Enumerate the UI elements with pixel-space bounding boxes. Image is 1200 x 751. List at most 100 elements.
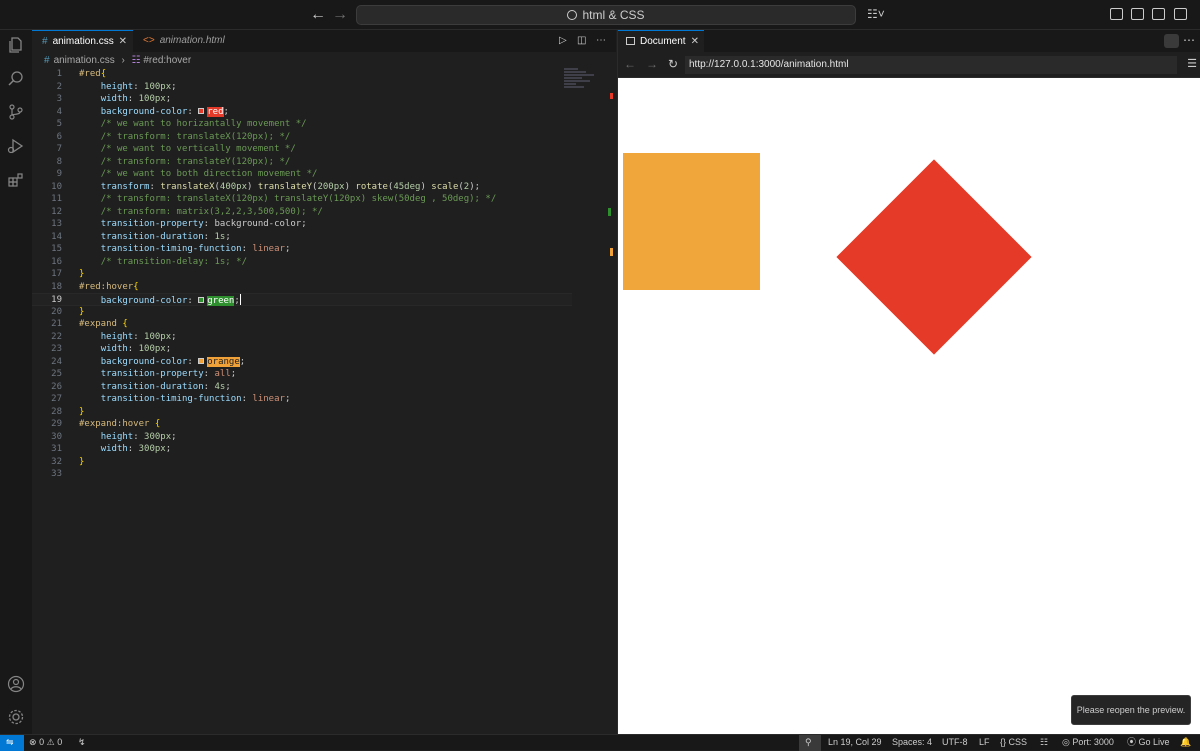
code-line[interactable]: 1 #red{ [32, 68, 572, 81]
more-actions-icon[interactable]: ⋯ [596, 35, 606, 46]
tab-label: animation.html [159, 35, 225, 46]
toggle-primary-sidebar-icon[interactable] [1131, 8, 1144, 20]
expand-box[interactable] [623, 153, 760, 290]
reload-icon[interactable]: ↻ [668, 57, 678, 71]
code-line[interactable]: 6 /* transform: translateX(120px); */ [32, 131, 572, 144]
line-text: width: 100px; [100, 344, 172, 354]
code-line[interactable]: 22 height: 100px; [32, 331, 572, 344]
cursor-position[interactable]: Ln 19, Col 29 [828, 735, 882, 751]
code-line[interactable]: 12 /* transform: matrix(3,2,2,3,500,500)… [32, 206, 572, 219]
end-of-line[interactable]: LF [979, 735, 990, 751]
toggle-secondary-sidebar-icon[interactable] [1174, 8, 1187, 20]
url-bar[interactable]: http://127.0.0.1:3000/animation.html [685, 56, 1177, 74]
split-editor-icon[interactable]: ◫ [577, 35, 586, 46]
line-number: 14 [51, 231, 62, 242]
settings-gear-icon[interactable] [7, 708, 25, 726]
code-line[interactable]: 8 /* transform: translateY(120px); */ [32, 156, 572, 169]
arrow-right-icon[interactable]: → [332, 6, 348, 24]
menu-icon[interactable]: ☰ [1187, 57, 1197, 70]
line-number: 33 [51, 469, 62, 479]
line-number: 27 [51, 394, 62, 404]
line-text: } [79, 269, 85, 279]
code-line[interactable]: 14 transition-duration: 1s; [32, 231, 572, 244]
line-text: height: 100px; [100, 331, 177, 342]
port-indicator[interactable]: ◎ Port: 3000 [1062, 735, 1114, 751]
code-line[interactable]: 9 /* we want to both direction movement … [32, 168, 572, 181]
forward-icon[interactable]: → [646, 57, 658, 71]
line-text: transform: translateX(400px) translateY(… [100, 181, 481, 192]
problems-indicator[interactable]: ⊗ 0 ⚠ 0 [29, 735, 62, 751]
code-line[interactable]: 15 transition-timing-function: linear; [32, 243, 572, 256]
code-line[interactable]: 4 background-color: red; [32, 106, 572, 119]
explorer-icon[interactable] [7, 36, 25, 54]
code-area[interactable]: 1 #red{2 height: 100px; 3 width: 100px; 4 b… [32, 68, 572, 481]
copilot-icon[interactable]: ☷˅ [867, 7, 885, 21]
code-line[interactable]: 26 transition-duration: 4s; [32, 381, 572, 394]
scrollbar-marker [610, 248, 613, 256]
code-line[interactable]: 23 width: 100px; [32, 343, 572, 356]
code-line[interactable]: 7 /* we want to vertically movement */ [32, 143, 572, 156]
line-number: 12 [51, 206, 62, 217]
go-live-button[interactable]: ⦿ Go Live [1127, 735, 1170, 751]
toggle-panel-icon[interactable] [1152, 8, 1165, 20]
code-line[interactable]: 31 width: 300px; [32, 443, 572, 456]
indentation[interactable]: Spaces: 4 [892, 735, 932, 751]
more-actions-icon[interactable]: ⋯ [1183, 33, 1195, 47]
source-control-icon[interactable] [7, 103, 25, 121]
arrow-left-icon[interactable]: ← [310, 6, 326, 24]
command-center-search[interactable]: html & CSS [356, 5, 856, 25]
go-live-label: Go Live [1138, 737, 1170, 747]
browser-icon [626, 37, 635, 45]
customize-layout-icon[interactable] [1110, 8, 1123, 20]
code-line[interactable]: 20} [32, 306, 572, 319]
search-icon[interactable] [7, 70, 25, 88]
account-icon[interactable] [7, 675, 25, 693]
code-line[interactable]: 33 [32, 468, 572, 481]
code-line[interactable]: 28} [32, 406, 572, 419]
line-text: transition-duration: 1s; [100, 231, 231, 242]
code-line[interactable]: 27 transition-timing-function: linear; [32, 393, 572, 406]
code-line[interactable]: 13 transition-property: background-color… [32, 218, 572, 231]
remote-indicator[interactable]: ⇋ [0, 735, 24, 751]
code-line[interactable]: 21 #expand { [32, 318, 572, 331]
back-icon[interactable]: ← [624, 57, 636, 71]
close-icon[interactable]: ✕ [691, 31, 699, 53]
code-line[interactable]: 10 transform: translateX(400px) translat… [32, 181, 572, 194]
code-line[interactable]: 24 background-color: orange; [32, 356, 572, 369]
lightning-icon[interactable]: ↯ [78, 735, 86, 751]
tab-animation-html[interactable]: <> animation.html [133, 30, 233, 52]
run-icon[interactable]: ▷ [559, 35, 567, 46]
code-line[interactable]: 32} [32, 456, 572, 469]
code-line[interactable]: 5 /* we want to horizantally movement */ [32, 118, 572, 131]
line-number: 30 [51, 431, 62, 442]
activity-bar [0, 30, 32, 734]
code-line[interactable]: 30 height: 300px; [32, 431, 572, 444]
code-line[interactable]: 2 height: 100px; [32, 81, 572, 94]
code-line[interactable]: 11 /* transform: translateX(120px) trans… [32, 193, 572, 206]
encoding[interactable]: UTF-8 [942, 735, 968, 751]
lock-icon[interactable] [1164, 34, 1179, 48]
code-line[interactable]: 25 transition-property: all; [32, 368, 572, 381]
language-mode[interactable]: {} CSS [1000, 735, 1027, 751]
tab-document[interactable]: Document ✕ [618, 30, 704, 52]
language-label: CSS [1008, 737, 1028, 747]
breadcrumb-symbol[interactable]: #red:hover [143, 55, 191, 66]
code-line[interactable]: 17} [32, 268, 572, 281]
code-line[interactable]: 3 width: 100px; [32, 93, 572, 106]
remote-icon: ⇋ [6, 737, 14, 747]
code-line[interactable]: 29 #expand:hover { [32, 418, 572, 431]
zoom-indicator[interactable]: ⚲ [799, 735, 821, 751]
red-box[interactable] [836, 159, 1032, 355]
minimap[interactable] [564, 68, 600, 98]
close-icon[interactable]: ✕ [119, 31, 127, 53]
run-debug-icon[interactable] [7, 137, 25, 155]
code-line[interactable]: 18 #red:hover{ [32, 281, 572, 294]
extensions-icon[interactable] [7, 171, 25, 189]
copilot-status-icon[interactable]: ☷ [1040, 735, 1048, 751]
webview-page: Please reopen the preview. [618, 78, 1200, 734]
tab-animation-css[interactable]: # animation.css ✕ [32, 30, 133, 52]
code-line[interactable]: 19 background-color: green; [32, 293, 572, 306]
notifications-bell-icon[interactable]: 🔔 [1180, 735, 1191, 751]
code-line[interactable]: 16 /* transition-delay: 1s; */ [32, 256, 572, 269]
breadcrumb-file[interactable]: animation.css [54, 55, 115, 66]
